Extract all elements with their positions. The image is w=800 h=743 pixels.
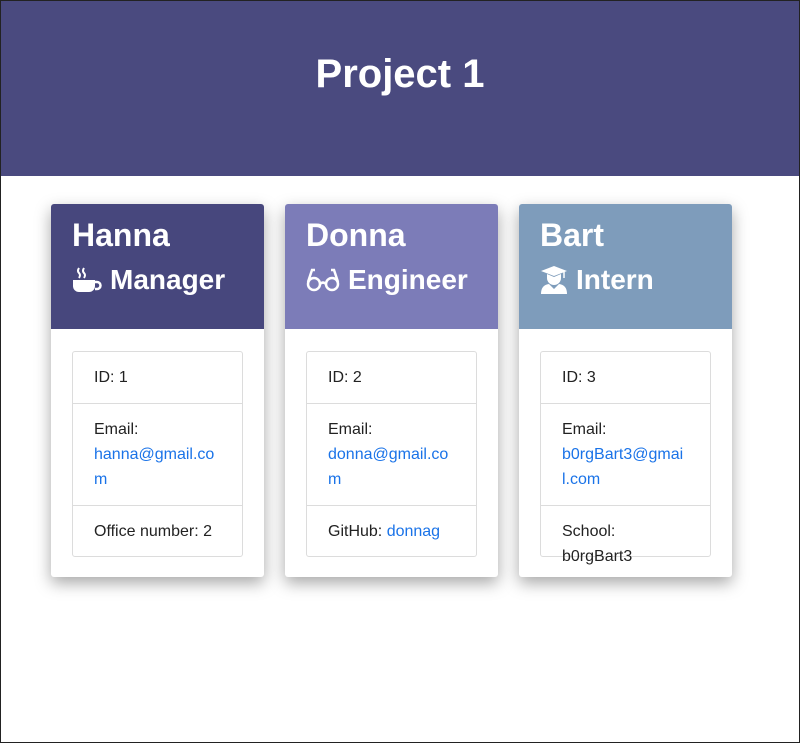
- employee-card-donna: Donna Engineer ID: 2 Email: donna@gmail.…: [285, 204, 498, 577]
- office-number: Office number: 2: [94, 523, 212, 540]
- employee-id: ID: 2: [307, 352, 476, 404]
- email-link[interactable]: hanna@gmail.com: [94, 446, 214, 488]
- employee-card-bart: Bart Intern ID: 3 Email: b0rgBart3@gmail…: [519, 204, 732, 577]
- github-label: GitHub:: [328, 523, 387, 540]
- role-label: Manager: [110, 264, 226, 295]
- github-item: GitHub: donnag: [307, 506, 476, 556]
- employee-role: Intern: [540, 264, 711, 296]
- school-item: School: b0rgBart3: [562, 523, 633, 565]
- employee-email-item: Email: donna@gmail.com: [307, 404, 476, 506]
- info-list: ID: 1 Email: hanna@gmail.com Office numb…: [72, 351, 243, 557]
- card-header: Bart Intern: [519, 204, 732, 329]
- employee-id: ID: 1: [73, 352, 242, 404]
- github-link[interactable]: donnag: [387, 523, 440, 540]
- email-label: Email:: [94, 421, 139, 438]
- page-header: Project 1: [0, 0, 800, 176]
- glasses-icon: [306, 268, 340, 292]
- card-body: ID: 2 Email: donna@gmail.com GitHub: don…: [285, 329, 498, 557]
- card-body: ID: 1 Email: hanna@gmail.com Office numb…: [51, 329, 264, 557]
- email-link[interactable]: b0rgBart3@gmail.com: [562, 446, 683, 488]
- employee-role: Manager: [72, 264, 243, 296]
- graduate-icon: [541, 266, 567, 294]
- page-title: Project 1: [315, 51, 485, 96]
- employee-name: Bart: [540, 217, 605, 253]
- employee-card-hanna: Hanna Manager ID: 1 Email: hanna@gmail.c…: [51, 204, 264, 577]
- coffee-icon: [73, 267, 102, 292]
- email-label: Email:: [328, 421, 373, 438]
- card-header: Donna Engineer: [285, 204, 498, 329]
- employee-email-item: Email: hanna@gmail.com: [73, 404, 242, 506]
- employee-id: ID: 3: [541, 352, 710, 404]
- role-label: Intern: [576, 264, 654, 295]
- employee-email-item: Email: b0rgBart3@gmail.com: [541, 404, 710, 506]
- email-label: Email:: [562, 421, 607, 438]
- employee-name: Hanna: [72, 217, 170, 253]
- team-cards: Hanna Manager ID: 1 Email: hanna@gmail.c…: [51, 204, 732, 577]
- employee-role: Engineer: [306, 264, 477, 296]
- info-list: ID: 2 Email: donna@gmail.com GitHub: don…: [306, 351, 477, 557]
- card-body: ID: 3 Email: b0rgBart3@gmail.com School:…: [519, 329, 732, 565]
- info-list: ID: 3 Email: b0rgBart3@gmail.com School:…: [540, 351, 711, 565]
- employee-name: Donna: [306, 217, 406, 253]
- role-label: Engineer: [348, 264, 468, 295]
- card-header: Hanna Manager: [51, 204, 264, 329]
- email-link[interactable]: donna@gmail.com: [328, 446, 448, 488]
